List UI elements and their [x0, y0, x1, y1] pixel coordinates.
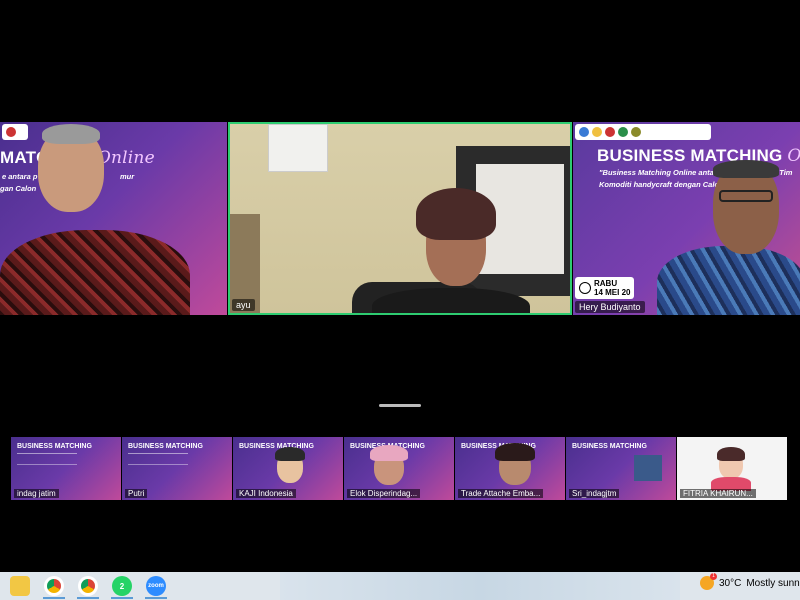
sponsor-logos: [2, 124, 28, 140]
active-indicator: [111, 597, 133, 599]
thumbnail-tile[interactable]: BUSINESS MATCHING Putri: [122, 437, 232, 500]
thumbnail-tile[interactable]: BUSINESS MATCHING Trade Attache Emba...: [455, 437, 565, 500]
thumb-banner-title: BUSINESS MATCHING: [239, 443, 314, 450]
date-date: 14 MEI 20: [594, 288, 631, 297]
participant-hair: [416, 188, 496, 240]
temperature: 30°C: [719, 577, 742, 589]
participant-hair: [495, 443, 535, 461]
avatar-hair: [275, 447, 305, 461]
sponsor-logos: [575, 124, 711, 140]
weather-widget[interactable]: 1 30°C Mostly sunn: [700, 573, 800, 590]
banner-subtitle-2: gan Calon: [0, 184, 37, 193]
video-tile-speaker-left[interactable]: MATCHING Online e antara p mur gan Calon: [0, 122, 227, 315]
banner-script: Onli: [787, 146, 800, 166]
thumb-name-label: Trade Attache Emba...: [458, 489, 544, 498]
participant-glasses: [719, 190, 773, 202]
thumb-banner-title: BUSINESS MATCHING: [572, 443, 647, 450]
logo-icon: [6, 127, 16, 137]
participant-hair: [713, 160, 779, 178]
active-indicator: [145, 597, 167, 599]
whatsapp-icon[interactable]: 2: [112, 576, 132, 596]
participant-body: [372, 288, 530, 313]
thumb-name-label: FITRIA KHAIRUN...: [680, 489, 756, 498]
kemendag-logo-icon: [579, 127, 589, 137]
banner-subtitle: e antara p: [2, 172, 38, 181]
banner-subtitle-2: Komoditi handycraft dengan Calon: [599, 180, 724, 189]
logo-icon: [618, 127, 628, 137]
participant-name-label: ayu: [232, 299, 255, 311]
participant-body: [0, 230, 190, 315]
thumb-slide-image: [634, 455, 662, 481]
banner-subtitle-right: mur: [120, 172, 135, 181]
notification-badge: 1: [710, 573, 717, 580]
video-tile-hery-budiyanto[interactable]: BUSINESS MATCHING Onli "Business Matchin…: [573, 122, 800, 315]
logo-icon: [631, 127, 641, 137]
zoom-label: zoom: [148, 583, 164, 589]
weather-condition: Mostly sunn: [746, 577, 800, 589]
active-indicator: [77, 597, 99, 599]
thumbnail-tile[interactable]: FITRIA KHAIRUN...: [677, 437, 787, 500]
thumbnail-tile[interactable]: BUSINESS MATCHING KAJI Indonesia: [233, 437, 343, 500]
thumb-name-label: KAJI Indonesia: [236, 489, 296, 498]
resize-handle[interactable]: [379, 404, 421, 407]
air-conditioner: [268, 124, 328, 172]
thumb-name-label: Putri: [125, 489, 148, 498]
sun-icon: 1: [700, 573, 717, 590]
logo-icon: [592, 127, 602, 137]
thumbnail-tile[interactable]: BUSINESS MATCHING indag jatim: [11, 437, 121, 500]
video-tile-active-speaker[interactable]: ayu: [228, 122, 572, 315]
windows-taskbar: 2 zoom: [0, 572, 800, 600]
participant-name-label: Hery Budiyanto: [575, 301, 645, 313]
event-date-box: RABU 14 MEI 20: [575, 277, 635, 299]
thumb-banner-lines: [17, 453, 77, 465]
clock-icon: [579, 282, 591, 294]
file-explorer-icon[interactable]: [10, 576, 30, 596]
banner-script: Online: [96, 148, 155, 168]
thumbnail-tile[interactable]: BUSINESS MATCHING Sri_indagjtm: [566, 437, 676, 500]
thumb-banner-title: BUSINESS MATCHING: [17, 443, 92, 450]
banner-subtitle: "Business Matching Online antara p: [599, 168, 728, 177]
taskbar-preview-strip: [280, 572, 680, 600]
thumb-banner-lines: [128, 453, 188, 465]
zoom-icon[interactable]: zoom: [146, 576, 166, 596]
participant-body: [657, 246, 800, 315]
logo-icon: [605, 127, 615, 137]
avatar-hair: [717, 447, 745, 461]
thumbnail-tile[interactable]: BUSINESS MATCHING Elok Disperindag...: [344, 437, 454, 500]
thumb-banner-title: BUSINESS MATCHING: [128, 443, 203, 450]
thumb-name-label: Sri_indagjtm: [569, 489, 620, 498]
chrome-icon[interactable]: [78, 576, 98, 596]
date-day: RABU: [594, 279, 618, 288]
whatsapp-badge: 2: [119, 581, 125, 591]
thumb-name-label: indag jatim: [14, 489, 59, 498]
active-indicator: [43, 597, 65, 599]
thumb-name-label: Elok Disperindag...: [347, 489, 421, 498]
participant-hijab: [370, 445, 408, 461]
chrome-icon[interactable]: [44, 576, 64, 596]
participant-hair: [42, 124, 100, 144]
